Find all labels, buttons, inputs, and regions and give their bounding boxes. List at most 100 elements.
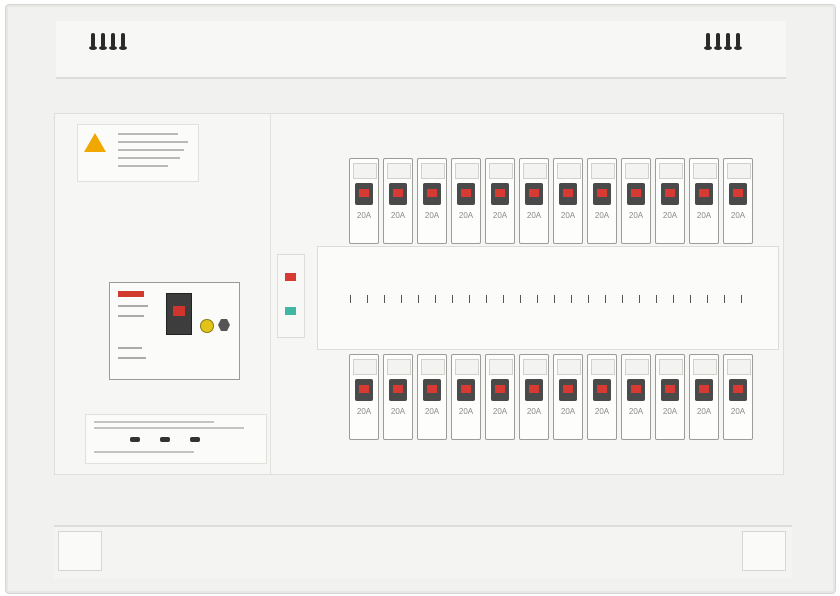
branch-breaker[interactable]: 20A — [349, 354, 379, 440]
branch-breaker[interactable]: 20A — [519, 158, 549, 244]
branch-breaker[interactable]: 20A — [689, 354, 719, 440]
breaker-cap — [353, 359, 377, 375]
breaker-cap — [387, 359, 411, 375]
breaker-toggle[interactable] — [695, 379, 713, 401]
breaker-cap — [387, 163, 411, 179]
vent-slot-icon — [99, 33, 107, 50]
branch-breaker[interactable]: 20A — [451, 354, 481, 440]
branch-breaker[interactable]: 20A — [485, 158, 515, 244]
warning-triangle-icon — [84, 133, 106, 152]
breaker-rating: 20A — [730, 211, 746, 220]
breaker-toggle[interactable] — [729, 183, 747, 205]
breaker-toggle[interactable] — [491, 379, 509, 401]
breaker-cap — [523, 163, 547, 179]
bus-terminal — [503, 295, 504, 303]
breaker-rating: 20A — [662, 407, 678, 416]
indicator-red-icon — [285, 273, 296, 281]
bus-terminal — [656, 295, 657, 303]
breaker-toggle[interactable] — [525, 379, 543, 401]
breaker-toggle[interactable] — [729, 379, 747, 401]
breaker-toggle[interactable] — [423, 379, 441, 401]
breaker-toggle[interactable] — [627, 379, 645, 401]
bus-terminal — [554, 295, 555, 303]
branch-breaker[interactable]: 20A — [349, 158, 379, 244]
breaker-rating: 20A — [424, 211, 440, 220]
branch-breaker[interactable]: 20A — [587, 158, 617, 244]
test-button-icon[interactable] — [200, 319, 214, 333]
bus-indicator-strip — [277, 254, 305, 338]
branch-breaker[interactable]: 20A — [383, 158, 413, 244]
breaker-cap — [727, 359, 751, 375]
branch-breaker[interactable]: 20A — [587, 354, 617, 440]
breaker-toggle[interactable] — [559, 379, 577, 401]
bus-terminal — [384, 295, 385, 303]
main-earth-leakage-breaker[interactable] — [109, 282, 240, 380]
breaker-cap — [421, 359, 445, 375]
breaker-cap — [727, 163, 751, 179]
breaker-toggle[interactable] — [661, 183, 679, 205]
breaker-toggle[interactable] — [355, 183, 373, 205]
bus-terminal — [707, 295, 708, 303]
vent-slot-icon — [119, 33, 127, 50]
breaker-rating: 20A — [560, 211, 576, 220]
breaker-rating: 20A — [662, 211, 678, 220]
breaker-toggle[interactable] — [593, 183, 611, 205]
breaker-rating: 20A — [458, 407, 474, 416]
branch-breaker[interactable]: 20A — [417, 158, 447, 244]
branch-breaker[interactable]: 20A — [723, 354, 753, 440]
branch-breaker[interactable]: 20A — [621, 158, 651, 244]
vent-group-left — [89, 33, 127, 50]
breaker-toggle[interactable] — [695, 183, 713, 205]
bus-terminal — [486, 295, 487, 303]
branch-breaker[interactable]: 20A — [519, 354, 549, 440]
breaker-cap — [591, 163, 615, 179]
bus-terminal — [724, 295, 725, 303]
vent-slot-icon — [734, 33, 742, 50]
breaker-toggle[interactable] — [457, 379, 475, 401]
branch-breaker[interactable]: 20A — [451, 158, 481, 244]
breaker-toggle[interactable] — [389, 379, 407, 401]
branch-breaker[interactable]: 20A — [485, 354, 515, 440]
indicator-teal-icon — [285, 307, 296, 315]
bus-terminal — [605, 295, 606, 303]
bus-terminal — [401, 295, 402, 303]
breaker-toggle[interactable] — [593, 379, 611, 401]
bus-terminal — [520, 295, 521, 303]
breaker-cap — [591, 359, 615, 375]
branch-breaker[interactable]: 20A — [655, 158, 685, 244]
vent-slot-icon — [724, 33, 732, 50]
bus-terminal — [690, 295, 691, 303]
breaker-compartment: 20A 20A 20A 20A 20A 20A 20A 20A 20A 20A 20A 20A 20A… — [54, 113, 784, 475]
breaker-toggle[interactable] — [559, 183, 577, 205]
breaker-rating: 20A — [594, 407, 610, 416]
branch-breaker[interactable]: 20A — [621, 354, 651, 440]
breaker-rating: 20A — [390, 407, 406, 416]
branch-breaker[interactable]: 20A — [417, 354, 447, 440]
branch-breaker[interactable]: 20A — [553, 354, 583, 440]
breaker-rating: 20A — [526, 211, 542, 220]
breaker-toggle[interactable] — [423, 183, 441, 205]
branch-breaker[interactable]: 20A — [689, 158, 719, 244]
breaker-cap — [625, 163, 649, 179]
breaker-cap — [693, 163, 717, 179]
breaker-toggle[interactable] — [389, 183, 407, 205]
branch-breaker[interactable]: 20A — [723, 158, 753, 244]
breaker-cap — [489, 359, 513, 375]
branch-breaker[interactable]: 20A — [553, 158, 583, 244]
main-breaker-handle[interactable] — [166, 293, 192, 335]
breaker-toggle[interactable] — [661, 379, 679, 401]
vent-slot-icon — [89, 33, 97, 50]
breaker-toggle[interactable] — [627, 183, 645, 205]
vent-slot-icon — [109, 33, 117, 50]
breaker-rating: 20A — [424, 407, 440, 416]
panel-top-cover — [56, 21, 786, 79]
breaker-toggle[interactable] — [491, 183, 509, 205]
breaker-toggle[interactable] — [525, 183, 543, 205]
breaker-toggle[interactable] — [355, 379, 373, 401]
breaker-toggle[interactable] — [457, 183, 475, 205]
branch-breaker[interactable]: 20A — [383, 354, 413, 440]
breaker-rating: 20A — [390, 211, 406, 220]
branch-breaker[interactable]: 20A — [655, 354, 685, 440]
reset-button-icon[interactable] — [218, 319, 230, 331]
breaker-cap — [693, 359, 717, 375]
